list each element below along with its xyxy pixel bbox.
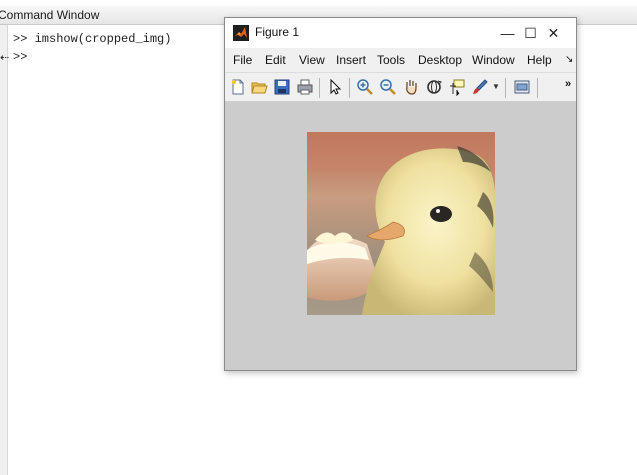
figure-canvas[interactable] (225, 102, 576, 370)
rotate-3d-icon[interactable] (425, 78, 443, 96)
menu-insert[interactable]: Insert (336, 53, 366, 67)
brush-icon[interactable] (471, 78, 489, 96)
menu-desktop[interactable]: Desktop (418, 53, 462, 67)
command-line-1[interactable]: >> imshow(cropped_img) (13, 32, 171, 46)
save-icon[interactable] (273, 78, 291, 96)
command-window-gutter (0, 25, 8, 475)
command-window-title: Command Window (0, 8, 100, 22)
figure-toolbar: ▼ » (225, 72, 576, 102)
command-prompt[interactable]: >> (13, 50, 27, 64)
figure-title-bar[interactable]: Figure 1 — ☐ ✕ (225, 18, 576, 48)
print-icon[interactable] (296, 78, 314, 96)
close-button[interactable]: ✕ (531, 18, 576, 48)
figure-title: Figure 1 (255, 25, 300, 39)
menu-file[interactable]: File (233, 53, 252, 67)
toolbar-separator (319, 78, 320, 98)
zoom-out-icon[interactable] (379, 78, 397, 96)
toolbar-separator (537, 78, 538, 98)
menu-help[interactable]: Help (527, 53, 552, 67)
open-file-icon[interactable] (250, 78, 268, 96)
chick-image (307, 132, 495, 315)
menu-overflow-icon[interactable]: ↘ (565, 54, 573, 65)
pan-hand-icon[interactable] (402, 78, 420, 96)
menu-window[interactable]: Window (472, 53, 515, 67)
menu-tools[interactable]: Tools (377, 53, 405, 67)
toolbar-overflow-icon[interactable]: » (565, 78, 571, 90)
new-figure-icon[interactable] (229, 78, 247, 96)
brush-dropdown-icon[interactable]: ▼ (492, 82, 500, 91)
menu-view[interactable]: View (299, 53, 325, 67)
menu-edit[interactable]: Edit (265, 53, 286, 67)
command-marker-icon: ⇠ (0, 52, 10, 64)
matlab-logo-icon (233, 25, 249, 41)
figure-window: Figure 1 — ☐ ✕ File Edit View Insert Too… (224, 17, 577, 371)
toolbar-separator (505, 78, 506, 98)
dock-icon[interactable] (513, 78, 531, 96)
pointer-icon[interactable] (326, 78, 344, 96)
data-cursor-icon[interactable] (448, 78, 466, 96)
figure-menu-bar: File Edit View Insert Tools Desktop Wind… (225, 48, 576, 72)
zoom-in-icon[interactable] (356, 78, 374, 96)
toolbar-separator (349, 78, 350, 98)
